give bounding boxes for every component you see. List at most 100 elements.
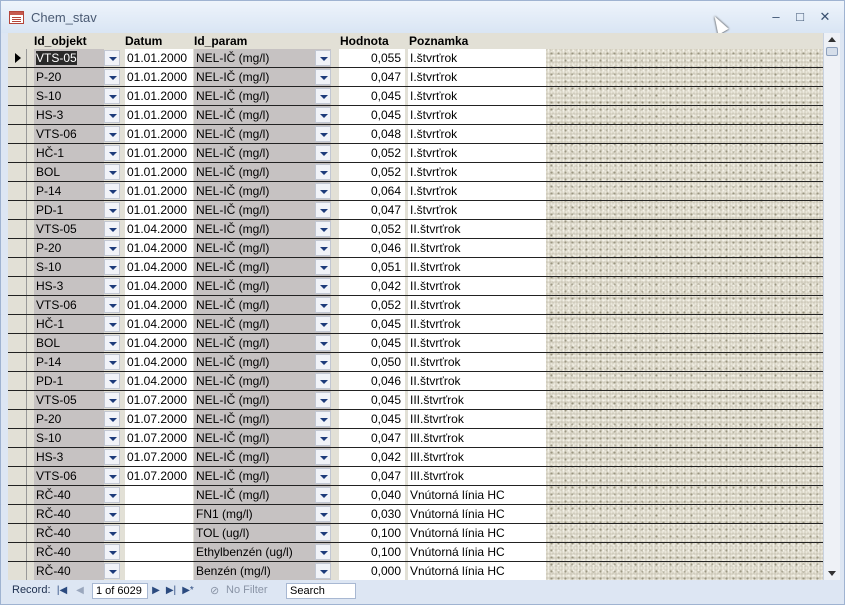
id-param-dropdown-icon[interactable] [315, 183, 331, 199]
id-objekt-dropdown-icon[interactable] [104, 468, 120, 484]
id-objekt-dropdown-icon[interactable] [104, 240, 120, 256]
cell-id-param[interactable]: NEL-IČ (mg/l) [194, 182, 331, 200]
id-param-dropdown-icon[interactable] [315, 468, 331, 484]
cell-poznamka[interactable]: III.štvrťrok [408, 391, 546, 409]
id-param-dropdown-icon[interactable] [315, 354, 331, 370]
id-param-dropdown-icon[interactable] [315, 525, 331, 541]
cell-id-param[interactable]: NEL-IČ (mg/l) [194, 353, 331, 371]
next-record-button[interactable]: ▶ [150, 584, 162, 597]
cell-datum[interactable]: 01.01.2000 [125, 163, 193, 181]
cell-id-param[interactable]: NEL-IČ (mg/l) [194, 125, 331, 143]
record-selector[interactable] [8, 372, 27, 390]
cell-id-objekt[interactable]: P-14 [34, 353, 104, 371]
table-row[interactable]: HS-3 01.07.2000 NEL-IČ (mg/l) 0,042 III.štvr… [8, 448, 823, 467]
record-selector[interactable] [8, 68, 27, 86]
record-selector[interactable] [8, 505, 27, 523]
table-row[interactable]: HČ-1 01.01.2000 NEL-IČ (mg/l) 0,052 I.štvrťr… [8, 144, 823, 163]
cell-id-objekt[interactable]: S-10 [34, 87, 104, 105]
cell-poznamka[interactable]: I.štvrťrok [408, 125, 546, 143]
id-objekt-dropdown-icon[interactable] [104, 50, 120, 66]
cell-datum[interactable]: 01.01.2000 [125, 144, 193, 162]
cell-poznamka[interactable]: Vnútorná línia HC [408, 486, 546, 504]
table-row[interactable]: BOL 01.04.2000 NEL-IČ (mg/l) 0,045 II.štvrťr… [8, 334, 823, 353]
id-param-dropdown-icon[interactable] [315, 278, 331, 294]
cell-hodnota[interactable]: 0,064 [339, 182, 405, 200]
table-row[interactable]: RČ-40 Benzén (mg/l) 0,000 Vnútorná línia HC [8, 562, 823, 580]
cell-hodnota[interactable]: 0,052 [339, 163, 405, 181]
cell-hodnota[interactable]: 0,045 [339, 106, 405, 124]
cell-id-objekt[interactable]: VTS-05 [34, 391, 104, 409]
record-selector[interactable] [8, 524, 27, 542]
id-objekt-dropdown-icon[interactable] [104, 506, 120, 522]
id-objekt-dropdown-icon[interactable] [104, 392, 120, 408]
cell-id-param[interactable]: NEL-IČ (mg/l) [194, 220, 331, 238]
cell-poznamka[interactable]: II.štvrťrok [408, 296, 546, 314]
table-row[interactable]: P-20 01.07.2000 NEL-IČ (mg/l) 0,045 III.štvr… [8, 410, 823, 429]
record-selector[interactable] [8, 391, 27, 409]
cell-id-objekt[interactable]: RČ-40 [34, 505, 104, 523]
record-selector[interactable] [8, 125, 27, 143]
cell-id-objekt[interactable]: VTS-06 [34, 125, 104, 143]
cell-poznamka[interactable]: II.štvrťrok [408, 334, 546, 352]
table-row[interactable]: VTS-06 01.07.2000 NEL-IČ (mg/l) 0,047 III.št… [8, 467, 823, 486]
record-selector[interactable] [8, 486, 27, 504]
cell-datum[interactable] [125, 505, 193, 523]
cell-id-param[interactable]: NEL-IČ (mg/l) [194, 448, 331, 466]
previous-record-button[interactable]: ◀ [74, 584, 86, 597]
cell-id-objekt[interactable]: HČ-1 [34, 144, 104, 162]
close-button[interactable]: ✕ [816, 9, 834, 25]
cell-id-objekt[interactable]: PD-1 [34, 201, 104, 219]
cell-datum[interactable]: 01.01.2000 [125, 68, 193, 86]
last-record-button[interactable]: ▶| [165, 584, 177, 597]
id-param-dropdown-icon[interactable] [315, 449, 331, 465]
table-row[interactable]: P-20 01.04.2000 NEL-IČ (mg/l) 0,046 II.štvrť… [8, 239, 823, 258]
id-param-dropdown-icon[interactable] [315, 335, 331, 351]
id-param-dropdown-icon[interactable] [315, 107, 331, 123]
cell-id-param[interactable]: Benzén (mg/l) [194, 562, 331, 580]
cell-id-param[interactable]: NEL-IČ (mg/l) [194, 467, 331, 485]
cell-datum[interactable]: 01.04.2000 [125, 334, 193, 352]
scroll-thumb[interactable] [826, 47, 838, 56]
cell-hodnota[interactable]: 0,052 [339, 220, 405, 238]
id-param-dropdown-icon[interactable] [315, 202, 331, 218]
cell-datum[interactable]: 01.07.2000 [125, 429, 193, 447]
cell-id-objekt[interactable]: HČ-1 [34, 315, 104, 333]
id-objekt-dropdown-icon[interactable] [104, 563, 120, 579]
cell-poznamka[interactable]: II.štvrťrok [408, 353, 546, 371]
cell-poznamka[interactable]: Vnútorná línia HC [408, 562, 546, 580]
id-objekt-dropdown-icon[interactable] [104, 126, 120, 142]
cell-datum[interactable] [125, 562, 193, 580]
cell-poznamka[interactable]: III.štvrťrok [408, 410, 546, 428]
maximize-button[interactable]: □ [791, 9, 809, 25]
cell-poznamka[interactable]: I.štvrťrok [408, 68, 546, 86]
cell-hodnota[interactable]: 0,042 [339, 448, 405, 466]
scroll-down-icon[interactable] [828, 571, 836, 576]
id-objekt-dropdown-icon[interactable] [104, 259, 120, 275]
id-param-dropdown-icon[interactable] [315, 316, 331, 332]
id-objekt-dropdown-icon[interactable] [104, 88, 120, 104]
cell-id-param[interactable]: NEL-IČ (mg/l) [194, 486, 331, 504]
table-row[interactable]: S-10 01.01.2000 NEL-IČ (mg/l) 0,045 I.štvrťr… [8, 87, 823, 106]
cell-hodnota[interactable]: 0,046 [339, 372, 405, 390]
cell-id-param[interactable]: NEL-IČ (mg/l) [194, 334, 331, 352]
id-param-dropdown-icon[interactable] [315, 259, 331, 275]
cell-datum[interactable] [125, 524, 193, 542]
column-header-id-param[interactable]: Id_param [192, 34, 247, 49]
cell-datum[interactable]: 01.07.2000 [125, 448, 193, 466]
cell-id-objekt[interactable]: HS-3 [34, 448, 104, 466]
record-selector[interactable] [8, 353, 27, 371]
cell-id-param[interactable]: FN1 (mg/l) [194, 505, 331, 523]
id-param-dropdown-icon[interactable] [315, 297, 331, 313]
cell-poznamka[interactable]: II.štvrťrok [408, 220, 546, 238]
first-record-button[interactable]: |◀ [56, 584, 68, 597]
record-selector[interactable] [8, 448, 27, 466]
table-row[interactable]: VTS-05 01.01.2000 NEL-IČ (mg/l) 0,055 I.štvr… [8, 49, 823, 68]
table-row[interactable]: P-14 01.04.2000 NEL-IČ (mg/l) 0,050 II.štvrť… [8, 353, 823, 372]
record-selector[interactable] [8, 87, 27, 105]
cell-id-param[interactable]: NEL-IČ (mg/l) [194, 144, 331, 162]
cell-id-param[interactable]: NEL-IČ (mg/l) [194, 239, 331, 257]
cell-hodnota[interactable]: 0,000 [339, 562, 405, 580]
column-header-id-objekt[interactable]: Id_objekt [32, 34, 87, 49]
cell-id-param[interactable]: TOL (ug/l) [194, 524, 331, 542]
cell-id-param[interactable]: Ethylbenzén (ug/l) [194, 543, 331, 561]
